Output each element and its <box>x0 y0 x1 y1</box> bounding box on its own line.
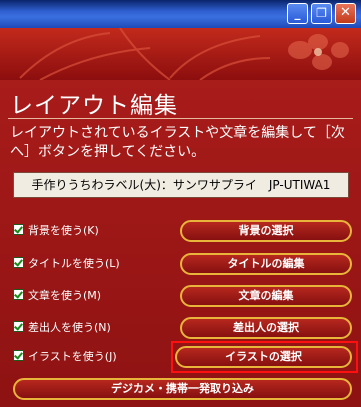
use-sender-checkbox-row[interactable]: 差出人を使う(N) <box>13 317 133 341</box>
use-illustration-label: イラストを使う(J) <box>28 350 117 363</box>
close-icon[interactable]: ✕ <box>335 3 356 24</box>
leaf-pattern-icon <box>19 28 349 80</box>
edit-text-button[interactable]: 文章の編集 <box>180 285 352 307</box>
use-sender-label: 差出人を使う(N) <box>28 321 111 334</box>
checkbox-checked-icon[interactable] <box>13 224 24 235</box>
checkbox-checked-icon[interactable] <box>13 257 24 268</box>
page-title: レイアウト編集 <box>10 93 178 119</box>
select-sender-button[interactable]: 差出人の選択 <box>180 317 352 339</box>
use-background-label: 背景を使う(K) <box>28 224 99 237</box>
use-background-checkbox-row[interactable]: 背景を使う(K) <box>13 220 123 244</box>
instruction-text: レイアウトされているイラストや文章を編集して［次へ］ボタンを押してください。 <box>10 125 345 160</box>
use-title-label: タイトルを使う(L) <box>28 257 120 270</box>
use-text-label: 文章を使う(M) <box>28 289 102 302</box>
checkbox-checked-icon[interactable] <box>13 321 24 332</box>
use-text-checkbox-row[interactable]: 文章を使う(M) <box>13 285 123 309</box>
maximize-icon[interactable]: ❐ <box>311 3 332 24</box>
select-background-button[interactable]: 背景の選択 <box>180 220 352 242</box>
window-titlebar: _ ❐ ✕ <box>0 0 361 28</box>
product-name-field: 手作りうちわラベル(大)：サンワサプライ JP-UTIWA1 <box>13 172 349 198</box>
checkbox-checked-icon[interactable] <box>13 289 24 300</box>
use-title-checkbox-row[interactable]: タイトルを使う(L) <box>13 253 143 277</box>
camera-import-button[interactable]: デジカメ・携帯一発取り込み <box>13 378 352 400</box>
edit-title-button[interactable]: タイトルの編集 <box>180 253 352 275</box>
use-illustration-checkbox-row[interactable]: イラストを使う(J) <box>13 346 143 370</box>
decorative-banner <box>0 28 361 80</box>
title-divider <box>8 118 353 119</box>
select-illustration-button[interactable]: イラストの選択 <box>175 346 352 368</box>
minimize-icon[interactable]: _ <box>287 3 308 24</box>
checkbox-checked-icon[interactable] <box>13 350 24 361</box>
